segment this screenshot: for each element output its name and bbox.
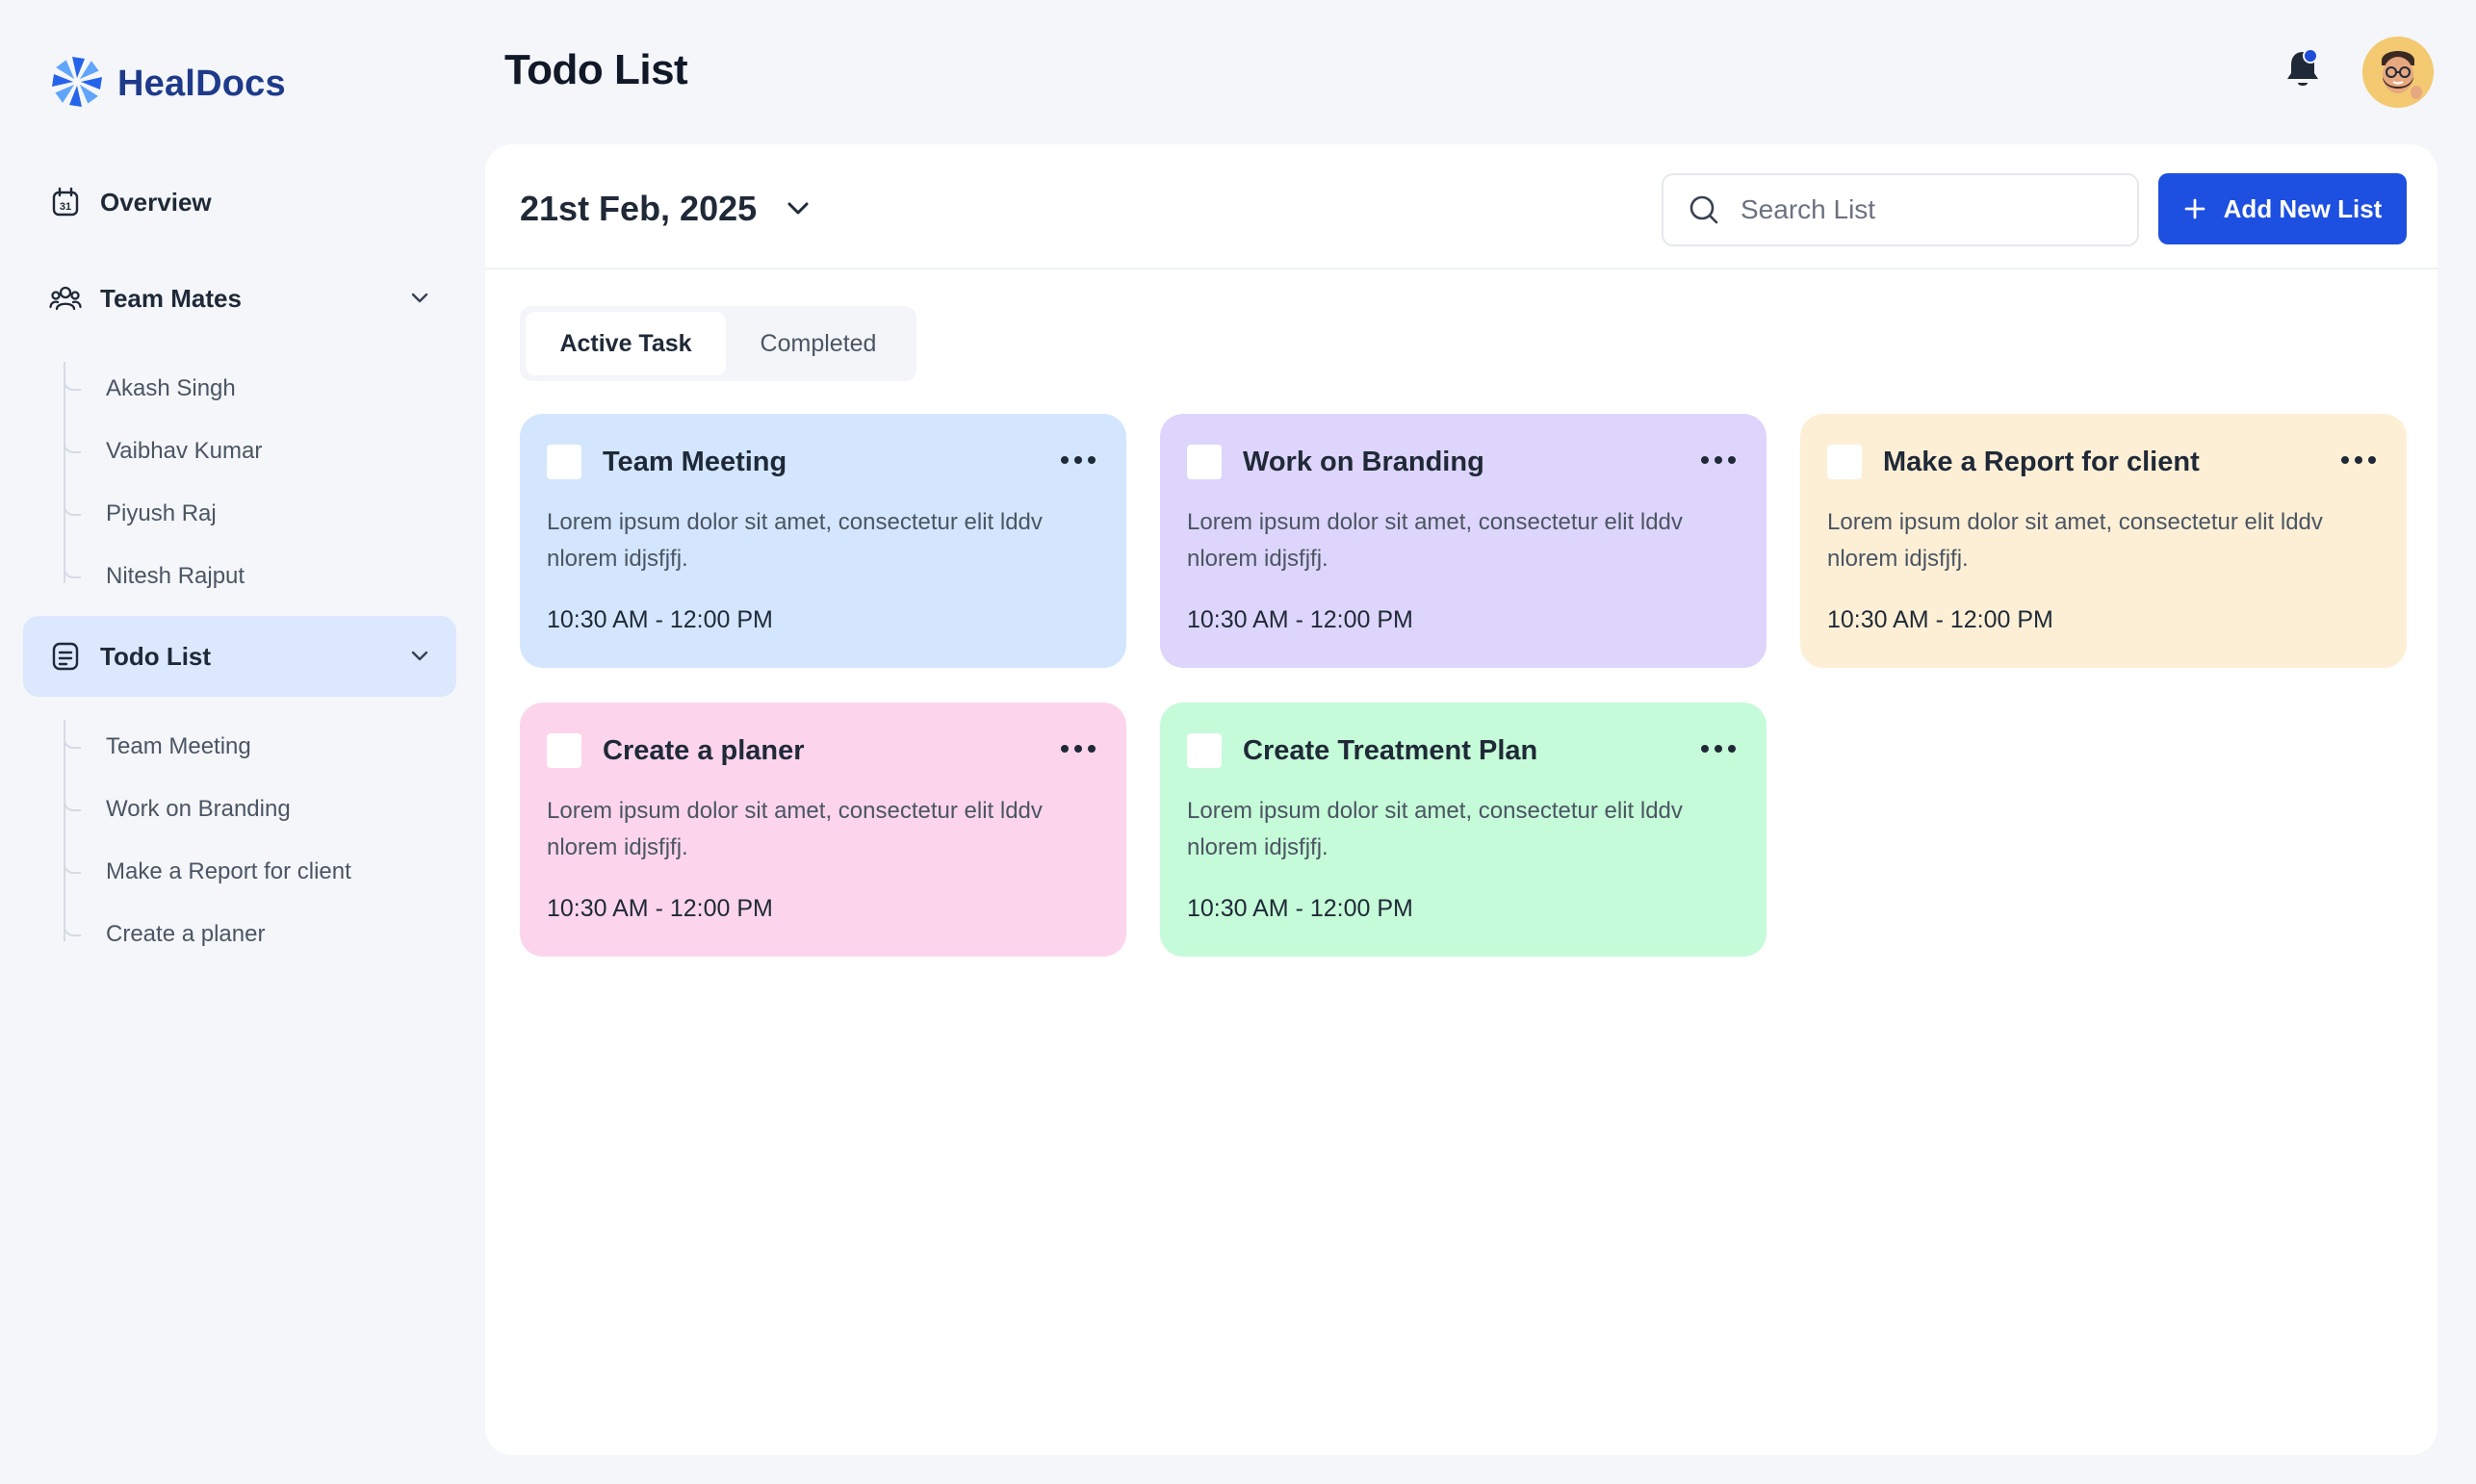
task-card[interactable]: Team Meeting Lorem ipsum dolor sit amet,…: [520, 414, 1126, 668]
chevron-down-icon: [787, 202, 809, 215]
task-time: 10:30 AM - 12:00 PM: [547, 606, 773, 633]
task-checkbox[interactable]: [1187, 733, 1222, 768]
panel-toolbar: 21st Feb, 2025 Add New List: [485, 144, 2437, 269]
task-card[interactable]: Create a planer Lorem ipsum dolor sit am…: [520, 703, 1126, 957]
tree-elbow: [64, 921, 81, 936]
page-title: Todo List: [504, 46, 688, 93]
sidebar-item-todo-list[interactable]: Todo List: [23, 616, 456, 697]
task-title: Create a planer: [603, 735, 805, 766]
task-description: Lorem ipsum dolor sit amet, consectetur …: [547, 798, 1043, 860]
users-icon: [48, 281, 83, 316]
notification-dot: [2303, 48, 2318, 64]
task-time: 10:30 AM - 12:00 PM: [1827, 606, 2053, 633]
calendar-icon: 31: [48, 185, 83, 219]
main-panel: 21st Feb, 2025 Add New List Active Task …: [485, 144, 2437, 1455]
add-new-list-label: Add New List: [2223, 193, 2383, 223]
pinwheel-logo-icon: [48, 53, 106, 115]
task-tabs: Active Task Completed: [520, 306, 916, 381]
task-description: Lorem ipsum dolor sit amet, consectetur …: [1187, 798, 1683, 860]
task-card[interactable]: Make a Report for client Lorem ipsum dol…: [1800, 414, 2407, 668]
todo-nav-label: Make a Report for client: [106, 858, 351, 884]
chevron-down-icon[interactable]: [406, 285, 433, 312]
sidebar-item-overview[interactable]: 31 Overview: [23, 162, 456, 243]
todo-nav-label: Work on Branding: [106, 796, 291, 822]
search-icon: [1689, 195, 1718, 224]
tree-elbow: [64, 796, 81, 811]
brand-name: HealDocs: [117, 63, 286, 104]
tab-completed[interactable]: Completed: [726, 312, 911, 375]
tree-elbow: [64, 563, 81, 578]
sidebar-item-team-mates[interactable]: Team Mates: [23, 258, 456, 339]
more-options-icon[interactable]: [2339, 448, 2378, 472]
more-options-icon[interactable]: [1059, 448, 1097, 472]
tree-elbow: [64, 733, 81, 749]
avatar[interactable]: [2362, 37, 2434, 108]
task-checkbox[interactable]: [547, 733, 581, 768]
task-description: Lorem ipsum dolor sit amet, consectetur …: [547, 509, 1043, 572]
chevron-down-icon[interactable]: [406, 643, 433, 670]
task-description: Lorem ipsum dolor sit amet, consectetur …: [1827, 509, 2323, 572]
todo-nav-label: Team Meeting: [106, 733, 251, 759]
more-options-icon[interactable]: [1699, 737, 1738, 760]
add-new-list-button[interactable]: Add New List: [2158, 173, 2407, 244]
task-title: Make a Report for client: [1883, 447, 2200, 477]
task-time: 10:30 AM - 12:00 PM: [547, 895, 773, 922]
team-mate-name: Akash Singh: [106, 375, 236, 401]
task-title: Work on Branding: [1243, 447, 1484, 477]
search-input[interactable]: [1741, 194, 2106, 225]
task-checkbox[interactable]: [547, 445, 581, 479]
date-selector[interactable]: 21st Feb, 2025: [520, 189, 814, 229]
more-options-icon[interactable]: [1059, 737, 1097, 760]
team-mate-name: Piyush Raj: [106, 500, 217, 526]
document-icon: [48, 639, 83, 674]
brand-logo[interactable]: HealDocs: [48, 54, 286, 114]
todo-nav-label: Create a planer: [106, 921, 266, 947]
sidebar-item-label: Team Mates: [100, 283, 242, 313]
search-box[interactable]: [1662, 173, 2139, 246]
task-description: Lorem ipsum dolor sit amet, consectetur …: [1187, 509, 1683, 572]
tree-elbow: [64, 500, 81, 516]
team-mate-name: Nitesh Rajput: [106, 563, 245, 589]
tree-elbow: [64, 375, 81, 391]
task-title: Create Treatment Plan: [1243, 735, 1538, 766]
sidebar: HealDocs 31 Overview Team Mates Akash Si…: [0, 0, 481, 1484]
sidebar-item-label: Todo List: [100, 641, 212, 671]
task-card[interactable]: Create Treatment Plan Lorem ipsum dolor …: [1160, 703, 1767, 957]
sidebar-item-label: Overview: [100, 187, 212, 217]
task-time: 10:30 AM - 12:00 PM: [1187, 895, 1413, 922]
team-mate-name: Vaibhav Kumar: [106, 438, 263, 464]
tree-elbow: [64, 438, 81, 453]
task-checkbox[interactable]: [1827, 445, 1862, 479]
svg-text:31: 31: [60, 201, 71, 213]
tree-elbow: [64, 858, 81, 874]
plus-icon: [2184, 198, 2205, 219]
selected-date: 21st Feb, 2025: [520, 189, 758, 228]
tab-active-task[interactable]: Active Task: [526, 312, 726, 375]
app-root: HealDocs 31 Overview Team Mates Akash Si…: [0, 0, 2476, 1484]
task-time: 10:30 AM - 12:00 PM: [1187, 606, 1413, 633]
more-options-icon[interactable]: [1699, 448, 1738, 472]
task-card[interactable]: Work on Branding Lorem ipsum dolor sit a…: [1160, 414, 1767, 668]
tree-line: [64, 362, 65, 583]
tree-line: [64, 720, 65, 941]
task-checkbox[interactable]: [1187, 445, 1222, 479]
task-title: Team Meeting: [603, 447, 787, 477]
